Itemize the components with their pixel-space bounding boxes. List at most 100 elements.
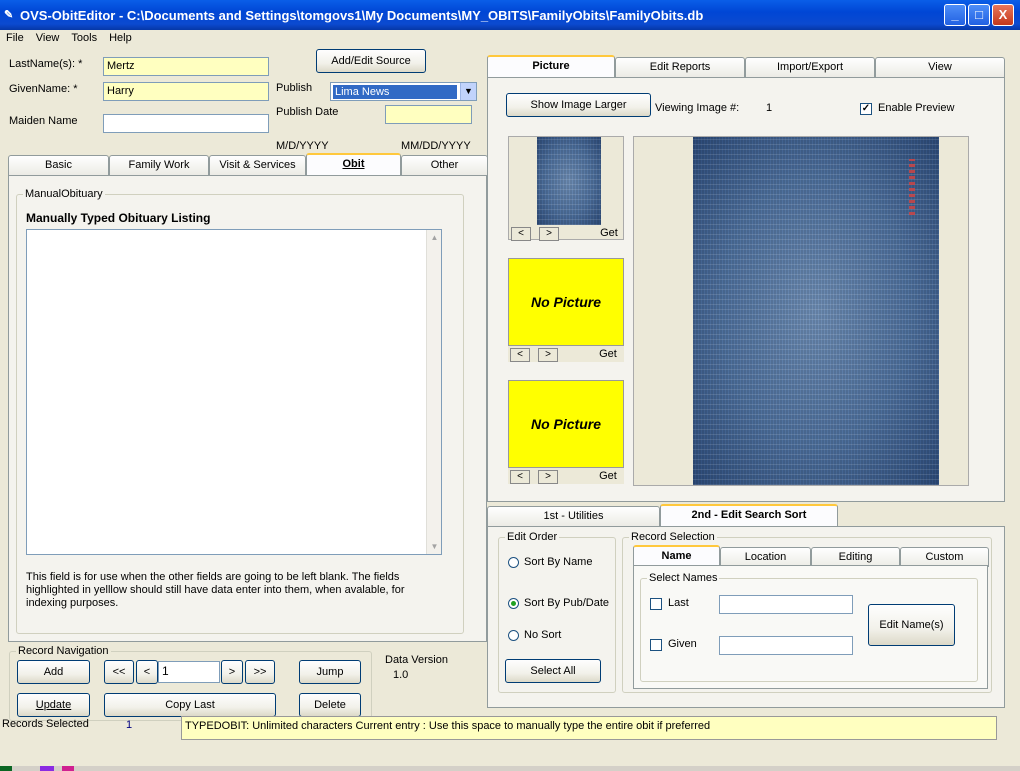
thumb3-prev-button[interactable]: < [510, 470, 530, 484]
obit-heading: Manually Typed Obituary Listing [26, 211, 211, 225]
tab-family-work[interactable]: Family Work [109, 155, 209, 175]
tab-utilities[interactable]: 1st - Utilities [487, 506, 660, 526]
no-picture-placeholder-3: No Picture [508, 380, 624, 468]
thumbnail-slot-3: No Picture < > Get [508, 380, 624, 484]
image-preview-frame [633, 136, 969, 486]
last-name-label: LastName(s): * [9, 58, 83, 70]
sort-by-pub-radio[interactable] [508, 598, 519, 609]
tab-other[interactable]: Other [401, 155, 488, 175]
tab-name[interactable]: Name [633, 545, 720, 567]
title-bar: ✎ OVS-ObitEditor - C:\Documents and Sett… [0, 0, 1020, 30]
no-sort-label: No Sort [524, 629, 562, 641]
show-image-larger-button[interactable]: Show Image Larger [506, 93, 651, 117]
thumb1-next-button[interactable]: > [539, 227, 559, 241]
thumb2-prev-button[interactable]: < [510, 348, 530, 362]
publish-selected-value: Lima News [333, 85, 457, 99]
viewing-image-number: 1 [766, 102, 773, 114]
tab-custom[interactable]: Custom [900, 547, 989, 567]
window-title: OVS-ObitEditor - C:\Documents and Settin… [20, 8, 704, 23]
publish-date-label: Publish Date [276, 106, 339, 118]
sort-by-name-radio[interactable] [508, 557, 519, 568]
record-number-field[interactable]: 1 [158, 661, 220, 683]
thumb3-get-button[interactable]: Get [594, 470, 622, 484]
select-names-group-label: Select Names [647, 572, 720, 584]
records-selected-value: 1 [126, 719, 133, 731]
date-format-hint-2: MM/DD/YYYY [401, 140, 471, 152]
no-picture-placeholder-2: No Picture [508, 258, 624, 346]
taskbar-swatch [62, 766, 74, 771]
tab-basic[interactable]: Basic [8, 155, 109, 175]
given-name-field[interactable]: Harry [103, 82, 269, 101]
scroll-up-icon[interactable]: ▲ [427, 230, 442, 245]
chevron-down-icon[interactable]: ▼ [460, 83, 476, 100]
menu-help[interactable]: Help [103, 30, 138, 44]
edit-order-group-label: Edit Order [505, 531, 560, 543]
data-version-label: Data Version [385, 654, 448, 666]
given-name-label: GivenName: * [9, 83, 78, 95]
manual-obituary-group-label: ManualObituary [23, 188, 105, 200]
add-edit-source-button[interactable]: Add/Edit Source [316, 49, 426, 73]
delete-button[interactable]: Delete [299, 693, 361, 717]
publish-label: Publish [276, 82, 313, 94]
prev-record-button[interactable]: < [136, 660, 158, 684]
sort-by-name-label: Sort By Name [524, 556, 593, 568]
select-all-button[interactable]: Select All [505, 659, 601, 683]
scroll-down-icon[interactable]: ▼ [427, 539, 442, 554]
tab-editing[interactable]: Editing [811, 547, 900, 567]
last-checkbox[interactable] [650, 598, 662, 610]
next-record-button[interactable]: > [221, 660, 243, 684]
jump-button[interactable]: Jump [299, 660, 361, 684]
edit-search-sort-panel: Edit Order Sort By Name Sort By Pub/Date… [487, 526, 1005, 708]
menu-bar: File View Tools Help [0, 30, 1020, 48]
menu-view[interactable]: View [30, 30, 66, 44]
edit-names-button[interactable]: Edit Name(s) [868, 604, 955, 646]
thumb2-next-button[interactable]: > [538, 348, 558, 362]
update-button[interactable]: Update [17, 693, 90, 717]
obit-scrollbar[interactable]: ▲ ▼ [426, 230, 441, 554]
taskbar-swatch [40, 766, 54, 771]
menu-file[interactable]: File [0, 30, 30, 44]
enable-preview-checkbox[interactable]: ✓ [860, 103, 872, 115]
thumb2-get-button[interactable]: Get [594, 348, 622, 362]
thumb1-prev-button[interactable]: < [511, 227, 531, 241]
minimize-button[interactable]: _ [944, 4, 966, 26]
given-name-filter-input[interactable] [719, 636, 853, 655]
thumb1-get-button[interactable]: Get [595, 227, 623, 241]
taskbar-swatch [0, 766, 12, 771]
given-checkbox-label: Given [668, 638, 697, 650]
publish-select[interactable]: Lima News ▼ [330, 82, 477, 101]
publish-date-field[interactable] [385, 105, 472, 124]
tab-location[interactable]: Location [720, 547, 811, 567]
menu-tools[interactable]: Tools [65, 30, 103, 44]
copy-last-button[interactable]: Copy Last [104, 693, 276, 717]
tab-visit-services[interactable]: Visit & Services [209, 155, 306, 175]
last-record-button[interactable]: >> [245, 660, 275, 684]
close-button[interactable]: X [992, 4, 1014, 26]
maximize-button[interactable]: □ [968, 4, 990, 26]
bottom-tabs: 1st - Utilities 2nd - Edit Search Sort [487, 504, 838, 528]
record-selection-group-label: Record Selection [629, 531, 717, 543]
given-checkbox[interactable] [650, 639, 662, 651]
obit-textarea[interactable]: ▲ ▼ [26, 229, 442, 555]
image-stamp-mark [909, 159, 915, 215]
maiden-name-field[interactable] [103, 114, 269, 133]
add-button[interactable]: Add [17, 660, 90, 684]
thumbnail-slot-1: < > Get [508, 136, 624, 241]
thumb3-next-button[interactable]: > [538, 470, 558, 484]
tab-import-export[interactable]: Import/Export [745, 57, 875, 77]
no-sort-radio[interactable] [508, 630, 519, 641]
tab-edit-search-sort[interactable]: 2nd - Edit Search Sort [660, 504, 838, 526]
obituary-image-preview[interactable] [693, 137, 939, 485]
tab-obit[interactable]: Obit [306, 153, 401, 175]
status-message: TYPEDOBIT: Unlimited characters Current … [181, 716, 997, 740]
enable-preview-label: Enable Preview [878, 102, 955, 114]
last-name-filter-input[interactable] [719, 595, 853, 614]
left-tabs: Basic Family Work Visit & Services Obit … [8, 153, 488, 177]
thumbnail-image-1[interactable] [537, 137, 601, 225]
first-record-button[interactable]: << [104, 660, 134, 684]
tab-picture[interactable]: Picture [487, 55, 615, 77]
tab-view[interactable]: View [875, 57, 1005, 77]
right-tabs: Picture Edit Reports Import/Export View [487, 55, 1005, 79]
last-name-field[interactable]: Mertz [103, 57, 269, 76]
tab-edit-reports[interactable]: Edit Reports [615, 57, 745, 77]
